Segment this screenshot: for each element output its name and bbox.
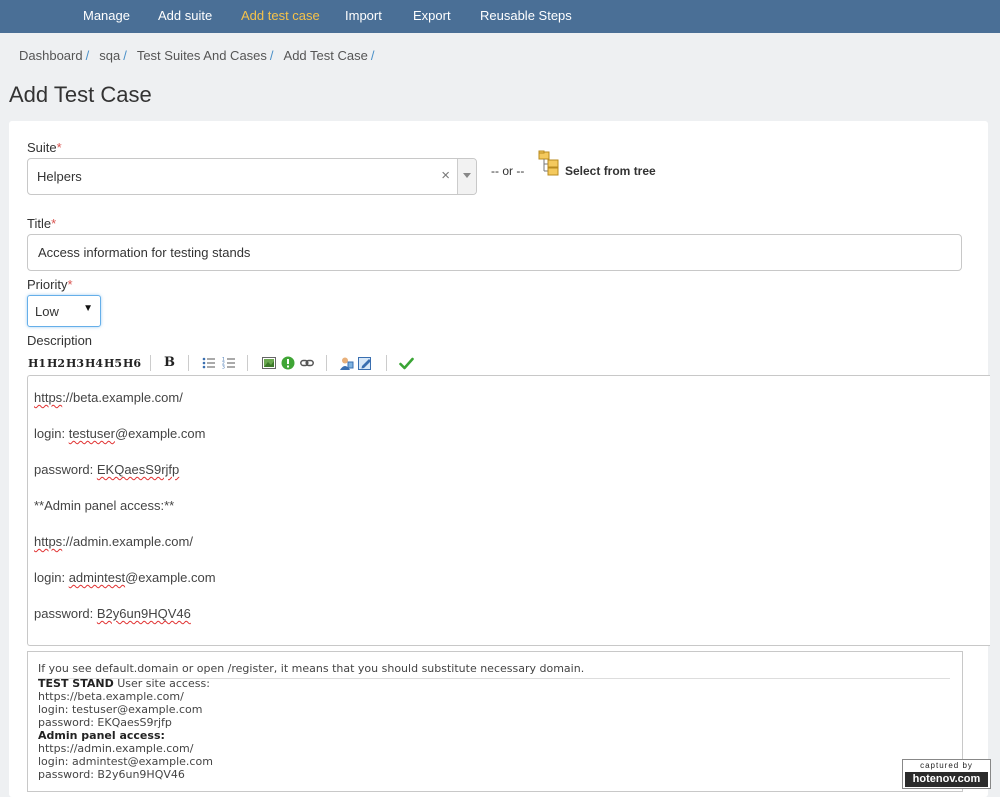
priority-select[interactable]: Low ▼ bbox=[27, 295, 101, 327]
preview-admin-url: https://admin.example.com/ bbox=[38, 742, 194, 755]
preview-admin-password: password: B2y6un9HQV46 bbox=[38, 768, 185, 781]
heading-6-button[interactable]: H6 bbox=[123, 357, 141, 370]
editor-line: https://beta.example.com/ bbox=[34, 390, 183, 405]
select-from-tree-label: Select from tree bbox=[565, 164, 656, 178]
breadcrumb: Dashboard / sqa / Test Suites And Cases / Add … bbox=[19, 48, 384, 63]
priority-value: Low bbox=[35, 304, 59, 319]
heading-3-button[interactable]: H3 bbox=[66, 357, 84, 370]
title-label: Title* bbox=[27, 216, 57, 231]
suite-value: Helpers bbox=[37, 169, 82, 184]
preview-admin-login: login: admintest@example.com bbox=[38, 755, 213, 768]
nav-export[interactable]: Export bbox=[413, 8, 451, 23]
toolbar-divider bbox=[188, 355, 189, 371]
editor-toolbar: H1 H2 H3 H4 H5 H6 B 123 bbox=[28, 355, 448, 373]
breadcrumb-add-test-case[interactable]: Add Test Case bbox=[284, 48, 368, 63]
bold-button[interactable]: B bbox=[164, 355, 175, 370]
editor-line: **Admin panel access:** bbox=[34, 498, 175, 513]
capture-watermark: captured by hotenov.com bbox=[902, 759, 991, 789]
nav-add-test-case[interactable]: Add test case bbox=[241, 8, 320, 23]
preview-user-password: password: EKQaesS9rjfp bbox=[38, 716, 172, 729]
toolbar-divider bbox=[247, 355, 248, 371]
ordered-list-icon[interactable]: 123 bbox=[222, 356, 236, 370]
watermark-bottom: hotenov.com bbox=[905, 772, 988, 787]
heading-4-button[interactable]: H4 bbox=[85, 357, 103, 370]
preview-user-login: login: testuser@example.com bbox=[38, 703, 203, 716]
suite-label: Suite* bbox=[27, 140, 62, 155]
or-separator: -- or -- bbox=[491, 164, 525, 178]
heading-2-button[interactable]: H2 bbox=[47, 357, 65, 370]
breadcrumb-separator: / bbox=[85, 48, 90, 63]
breadcrumb-separator: / bbox=[269, 48, 274, 63]
nav-import[interactable]: Import bbox=[345, 8, 382, 23]
priority-label: Priority* bbox=[27, 277, 73, 292]
check-icon[interactable] bbox=[399, 356, 414, 371]
breadcrumb-test-suites[interactable]: Test Suites And Cases bbox=[137, 48, 267, 63]
breadcrumb-separator: / bbox=[123, 48, 127, 63]
title-input[interactable]: Access information for testing stands bbox=[27, 234, 962, 271]
editor-line: login: admintest@example.com bbox=[34, 570, 216, 585]
watermark-top: captured by bbox=[920, 761, 973, 770]
preview-admin-heading: Admin panel access: bbox=[38, 729, 165, 742]
clear-icon[interactable]: × bbox=[441, 167, 450, 184]
editor-line: login: testuser@example.com bbox=[34, 426, 206, 441]
toolbar-divider bbox=[150, 355, 151, 371]
preview-test-stand: TEST STAND User site access: bbox=[38, 677, 210, 690]
unordered-list-icon[interactable] bbox=[202, 356, 216, 370]
dropdown-arrow-icon: ▼ bbox=[83, 303, 93, 314]
edit-icon[interactable] bbox=[358, 356, 373, 371]
info-icon[interactable] bbox=[281, 356, 295, 370]
link-icon[interactable] bbox=[300, 356, 314, 370]
breadcrumb-dashboard[interactable]: Dashboard bbox=[19, 48, 83, 63]
breadcrumb-separator: / bbox=[370, 48, 375, 63]
user-icon[interactable] bbox=[339, 356, 354, 371]
nav-add-suite[interactable]: Add suite bbox=[158, 8, 212, 23]
page-title: Add Test Case bbox=[9, 82, 152, 107]
toolbar-divider bbox=[326, 355, 327, 371]
nav-reusable-steps[interactable]: Reusable Steps bbox=[480, 8, 572, 23]
select-from-tree-link[interactable]: Select from tree bbox=[538, 150, 656, 181]
suite-select[interactable]: Helpers × bbox=[27, 158, 477, 195]
folder-tree-icon bbox=[538, 150, 559, 176]
image-icon[interactable] bbox=[262, 356, 276, 370]
title-value: Access information for testing stands bbox=[38, 245, 251, 260]
description-label: Description bbox=[27, 333, 93, 348]
toolbar-divider bbox=[386, 355, 387, 371]
preview-note: If you see default.domain or open /regis… bbox=[38, 662, 585, 675]
nav-manage[interactable]: Manage bbox=[83, 8, 130, 23]
editor-line: password: EKQaesS9rjfp bbox=[34, 462, 180, 477]
editor-line: password: B2y6un9HQV46 bbox=[34, 606, 191, 621]
description-preview: If you see default.domain or open /regis… bbox=[27, 651, 963, 792]
editor-line: https://admin.example.com/ bbox=[34, 534, 193, 549]
svg-text:3: 3 bbox=[222, 365, 225, 371]
chevron-down-icon[interactable] bbox=[457, 159, 476, 194]
breadcrumb-sqa[interactable]: sqa bbox=[99, 48, 120, 63]
preview-user-url: https://beta.example.com/ bbox=[38, 690, 184, 703]
top-navbar: Manage Add suite Add test case Import Ex… bbox=[0, 0, 1000, 33]
description-editor[interactable]: https://beta.example.com/ login: testuse… bbox=[27, 375, 990, 646]
heading-1-button[interactable]: H1 bbox=[28, 357, 46, 370]
heading-5-button[interactable]: H5 bbox=[104, 357, 122, 370]
